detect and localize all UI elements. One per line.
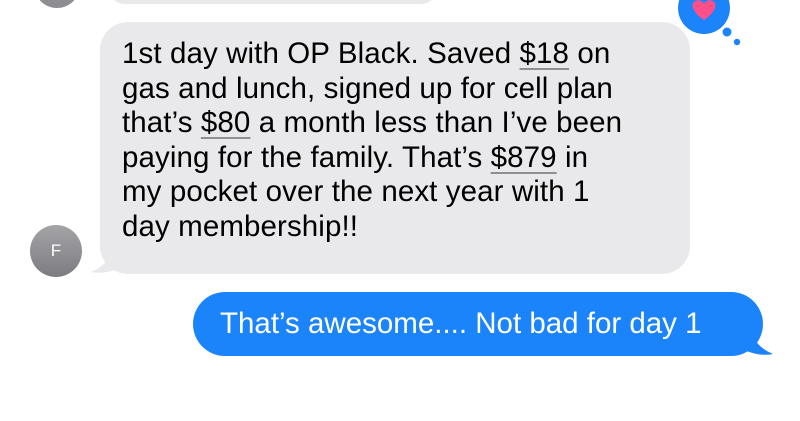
amount-link[interactable]: $18 — [520, 37, 570, 70]
message-text: that’s — [122, 106, 201, 139]
message-text: 1st day with OP Black. Saved — [122, 37, 520, 70]
amount-link[interactable]: $80 — [201, 106, 251, 139]
amount-link[interactable]: $879 — [491, 141, 557, 174]
heart-icon[interactable] — [670, 0, 742, 52]
sent-message-bubble[interactable]: That’s awesome.... Not bad for day 1 — [193, 292, 773, 356]
message-line: gas and lunch, signed up for cell plan — [122, 71, 613, 105]
sent-message-text: That’s awesome.... Not bad for day 1 — [220, 307, 702, 340]
received-message-bubble[interactable]: 1st day with OP Black. Saved $18 on gas … — [91, 22, 690, 274]
message-text: a month less than I’ve been — [250, 106, 623, 139]
avatar-initial: F — [50, 241, 62, 260]
sent-bubble-tail — [741, 330, 773, 355]
received-bubble-tail — [91, 248, 123, 273]
previous-avatar — [34, 0, 80, 8]
sender-avatar[interactable]: F — [30, 225, 82, 277]
previous-message-bubble[interactable] — [108, 0, 438, 4]
message-line: 1st day with OP Black. Saved $18 on — [122, 37, 668, 72]
message-line: paying for the family. That’s $879 in — [122, 141, 668, 176]
message-line: that’s $80 a month less than I’ve been — [122, 106, 668, 141]
message-text: paying for the family. That’s — [122, 140, 491, 174]
message-text: on — [569, 37, 611, 70]
message-text: in — [556, 140, 589, 174]
message-line: day membership!! — [122, 209, 359, 243]
message-line: my pocket over the next year with 1 — [122, 175, 590, 208]
